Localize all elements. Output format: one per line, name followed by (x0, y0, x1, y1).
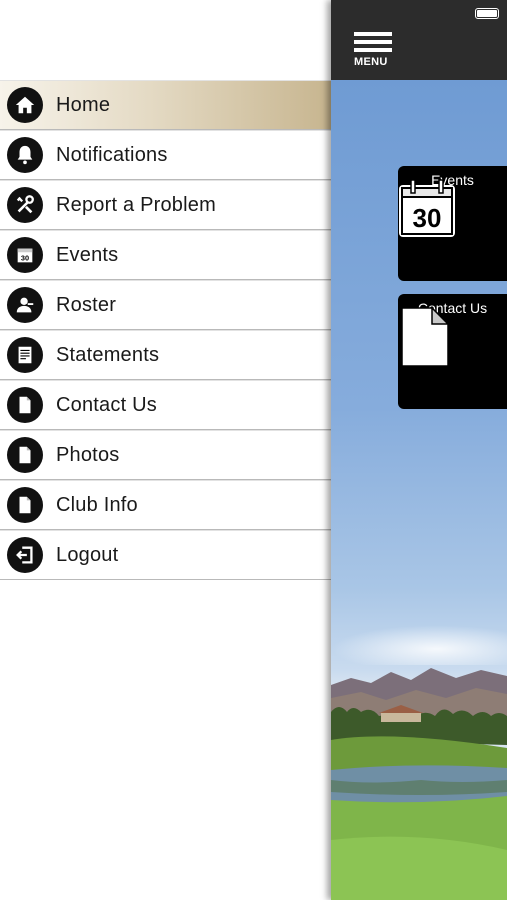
logout-icon (7, 537, 43, 573)
drawer-item-contact-us[interactable]: Contact Us (0, 380, 331, 430)
golf-course-background: 30 Events Contact Us (331, 80, 507, 900)
document-icon (7, 437, 43, 473)
drawer-item-club-info[interactable]: Club Info (0, 480, 331, 530)
drawer-item-photos[interactable]: Photos (0, 430, 331, 480)
hamburger-bar (354, 48, 392, 52)
calendar-day-number: 30 (413, 203, 442, 233)
drawer-menu: Home Notifications Report a Problem 30 E… (0, 80, 331, 580)
side-drawer: Home Notifications Report a Problem 30 E… (0, 0, 331, 900)
document-icon (7, 487, 43, 523)
drawer-item-label: Roster (56, 293, 117, 316)
drawer-top-spacer (0, 0, 331, 80)
drawer-item-label: Events (56, 243, 119, 266)
drawer-item-label: Home (56, 93, 111, 116)
contact-us-tile[interactable]: Contact Us (398, 294, 507, 409)
menu-button-label: MENU (354, 56, 388, 68)
svg-text:30: 30 (21, 254, 29, 263)
drawer-item-events[interactable]: 30 Events (0, 230, 331, 280)
drawer-item-label: Club Info (56, 493, 138, 516)
menu-button[interactable]: MENU (354, 32, 394, 72)
drawer-item-label: Report a Problem (56, 193, 216, 216)
battery-icon (475, 8, 499, 19)
events-tile[interactable]: 30 Events (398, 166, 507, 281)
hamburger-icon (354, 32, 392, 36)
drawer-item-label: Photos (56, 443, 120, 466)
drawer-item-home[interactable]: Home (0, 80, 331, 130)
drawer-item-label: Contact Us (56, 393, 157, 416)
tools-icon (7, 187, 43, 223)
drawer-item-notifications[interactable]: Notifications (0, 130, 331, 180)
drawer-item-statements[interactable]: Statements (0, 330, 331, 380)
drawer-item-report-a-problem[interactable]: Report a Problem (0, 180, 331, 230)
main-panel: MENU 30 Events Contact Us (331, 0, 507, 900)
calendar-icon: 30 (7, 237, 43, 273)
statement-icon (7, 337, 43, 373)
person-icon (7, 287, 43, 323)
drawer-item-label: Notifications (56, 143, 168, 166)
document-icon (401, 306, 450, 367)
drawer-item-label: Logout (56, 543, 119, 566)
home-icon (7, 87, 43, 123)
hamburger-bar (354, 40, 392, 44)
drawer-item-label: Statements (56, 343, 160, 366)
drawer-item-roster[interactable]: Roster (0, 280, 331, 330)
drawer-item-logout[interactable]: Logout (0, 530, 331, 580)
document-icon (7, 387, 43, 423)
top-bar: MENU (331, 0, 507, 80)
calendar-icon: 30 (399, 179, 455, 237)
bell-icon (7, 137, 43, 173)
